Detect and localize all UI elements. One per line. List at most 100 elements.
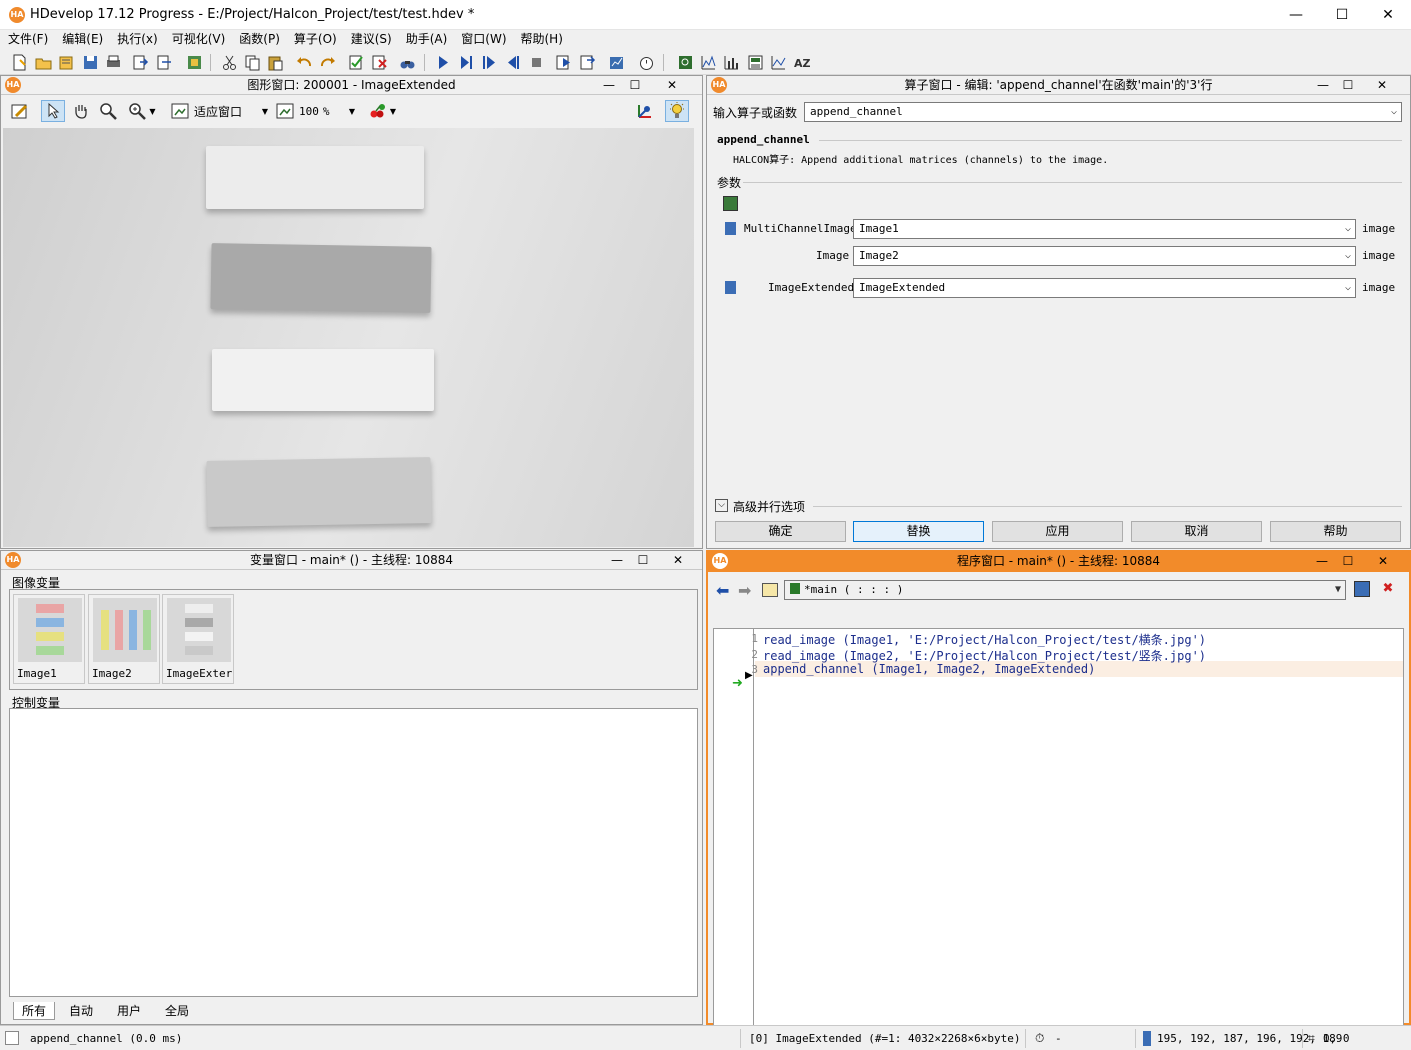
cut-icon[interactable] xyxy=(220,53,239,72)
print-icon[interactable] xyxy=(104,53,123,72)
panel-maximize-button[interactable]: ☐ xyxy=(1338,552,1358,571)
lightbulb-icon[interactable] xyxy=(665,100,689,122)
chevron-down-icon[interactable]: ⌵ xyxy=(715,499,728,512)
paste-icon[interactable] xyxy=(266,53,285,72)
close-button[interactable]: ✕ xyxy=(1365,0,1411,30)
open-example-icon[interactable] xyxy=(57,53,76,72)
color-settings-icon[interactable]: ▼ xyxy=(363,100,401,122)
param-value-field[interactable]: Image1 ⌵ xyxy=(853,219,1356,239)
new-program-icon[interactable] xyxy=(10,53,29,72)
delete-procedure-icon[interactable]: ✖ xyxy=(1380,581,1396,597)
save-icon[interactable] xyxy=(81,53,100,72)
activate-icon[interactable] xyxy=(347,53,366,72)
panel-maximize-button[interactable]: ☐ xyxy=(633,551,653,570)
panel-minimize-button[interactable]: — xyxy=(1312,552,1332,571)
redo-icon[interactable] xyxy=(318,53,337,72)
chevron-down-icon[interactable]: ▼ xyxy=(1335,581,1341,599)
chevron-down-icon[interactable]: ⌵ xyxy=(1345,279,1351,297)
inspection-icon[interactable] xyxy=(746,53,765,72)
timer-icon[interactable] xyxy=(637,53,656,72)
zoom-window-icon[interactable] xyxy=(676,53,695,72)
advanced-options-label[interactable]: 高级并行选项 xyxy=(733,498,805,515)
code-line[interactable]: read_image (Image1, 'E:/Project/Halcon_P… xyxy=(763,631,1206,648)
ocr-icon[interactable]: AZ xyxy=(792,53,811,72)
procedure-selector[interactable]: *main ( : : : ) ▼ xyxy=(784,580,1346,600)
export-icon[interactable] xyxy=(131,53,150,72)
step-over-icon[interactable] xyxy=(480,53,499,72)
operator-input-field[interactable]: append_channel ⌵ xyxy=(804,102,1402,122)
menu-suggestions[interactable]: 建议(S) xyxy=(344,30,399,48)
coordinates-icon[interactable] xyxy=(633,100,657,122)
panel-maximize-button[interactable]: ☐ xyxy=(625,76,645,95)
step-into-icon[interactable] xyxy=(503,53,522,72)
panel-minimize-button[interactable]: — xyxy=(1313,76,1333,95)
image-canvas[interactable] xyxy=(3,128,694,547)
chevron-down-icon[interactable]: ⌵ xyxy=(1345,247,1351,265)
menu-help[interactable]: 帮助(H) xyxy=(514,30,570,48)
stop-icon[interactable] xyxy=(527,53,546,72)
replace-button[interactable]: 替换 xyxy=(853,521,984,542)
param-value-field[interactable]: Image2 ⌵ xyxy=(853,246,1356,266)
reset-procedure-icon[interactable] xyxy=(578,53,597,72)
apply-button[interactable]: 应用 xyxy=(992,521,1123,542)
run-to-insert-icon[interactable] xyxy=(456,53,475,72)
iconic-var-item[interactable]: Image1 xyxy=(13,594,85,684)
run-icon[interactable] xyxy=(433,53,452,72)
panel-close-button[interactable]: ✕ xyxy=(662,76,682,95)
procedure-edit-icon[interactable] xyxy=(1354,581,1370,597)
menu-execute[interactable]: 执行(x) xyxy=(110,30,164,48)
edit-visualization-icon[interactable] xyxy=(8,100,32,122)
fit-window-dropdown[interactable]: 适应窗口 ▼ xyxy=(170,100,270,122)
back-arrow-icon[interactable]: ⬅ xyxy=(716,581,729,600)
insert-icon[interactable] xyxy=(155,53,174,72)
menu-assistants[interactable]: 助手(A) xyxy=(399,30,455,48)
chevron-down-icon[interactable]: ⌵ xyxy=(1391,103,1397,121)
menu-operators[interactable]: 算子(O) xyxy=(287,30,344,48)
panel-close-button[interactable]: ✕ xyxy=(668,551,688,570)
menu-edit[interactable]: 编辑(E) xyxy=(55,30,110,48)
pan-hand-icon[interactable] xyxy=(69,100,93,122)
menu-procedures[interactable]: 函数(P) xyxy=(232,30,287,48)
undo-icon[interactable] xyxy=(295,53,314,72)
deactivate-icon[interactable] xyxy=(370,53,389,72)
gray-histogram-icon[interactable] xyxy=(699,53,718,72)
panel-close-button[interactable]: ✕ xyxy=(1372,76,1392,95)
forward-arrow-icon[interactable]: ➡ xyxy=(738,581,751,600)
menu-file[interactable]: 文件(F) xyxy=(0,30,55,48)
help-button[interactable]: 帮助 xyxy=(1270,521,1401,542)
browse-examples-icon[interactable] xyxy=(185,53,204,72)
magnifier-icon[interactable] xyxy=(96,100,120,122)
zoom-percent-dropdown[interactable]: 100% ▼ xyxy=(275,100,357,122)
panel-minimize-button[interactable]: — xyxy=(607,551,627,570)
ok-button[interactable]: 确定 xyxy=(715,521,846,542)
open-program-icon[interactable] xyxy=(34,53,53,72)
iconic-var-item[interactable]: Image2 xyxy=(88,594,160,684)
tab-all[interactable]: 所有 xyxy=(13,1002,56,1020)
feature-histogram-icon[interactable] xyxy=(722,53,741,72)
menu-window[interactable]: 窗口(W) xyxy=(454,30,513,48)
maximize-button[interactable]: ☐ xyxy=(1319,0,1365,30)
procedure-folder-icon[interactable] xyxy=(762,583,778,597)
minimize-button[interactable]: — xyxy=(1273,0,1319,30)
copy-icon[interactable] xyxy=(243,53,262,72)
reset-program-icon[interactable] xyxy=(554,53,573,72)
param-value-field[interactable]: ImageExtended ⌵ xyxy=(853,278,1356,298)
find-icon[interactable] xyxy=(398,53,417,72)
cancel-button[interactable]: 取消 xyxy=(1131,521,1262,542)
panel-close-button[interactable]: ✕ xyxy=(1373,552,1393,571)
menu-visualization[interactable]: 可视化(V) xyxy=(165,30,233,48)
program-editor[interactable]: 1 2 3 ▶ ➜ read_image (Image1, 'E:/Projec… xyxy=(713,628,1404,1038)
iconic-var-item[interactable]: ImageExter xyxy=(162,594,234,684)
profiler-icon[interactable] xyxy=(607,53,626,72)
chevron-down-icon[interactable]: ⌵ xyxy=(1345,220,1351,238)
tab-user[interactable]: 用户 xyxy=(109,1002,149,1019)
tab-global[interactable]: 全局 xyxy=(157,1002,197,1019)
panel-minimize-button[interactable]: — xyxy=(599,76,619,95)
control-vars-area[interactable] xyxy=(9,708,698,997)
code-line[interactable]: append_channel (Image1, Image2, ImageExt… xyxy=(763,662,1095,676)
panel-maximize-button[interactable]: ☐ xyxy=(1338,76,1358,95)
pointer-tool-icon[interactable] xyxy=(41,100,65,122)
tab-auto[interactable]: 自动 xyxy=(61,1002,101,1019)
line-profile-icon[interactable] xyxy=(769,53,788,72)
zoom-dropdown-icon[interactable]: ▼ xyxy=(123,100,161,122)
